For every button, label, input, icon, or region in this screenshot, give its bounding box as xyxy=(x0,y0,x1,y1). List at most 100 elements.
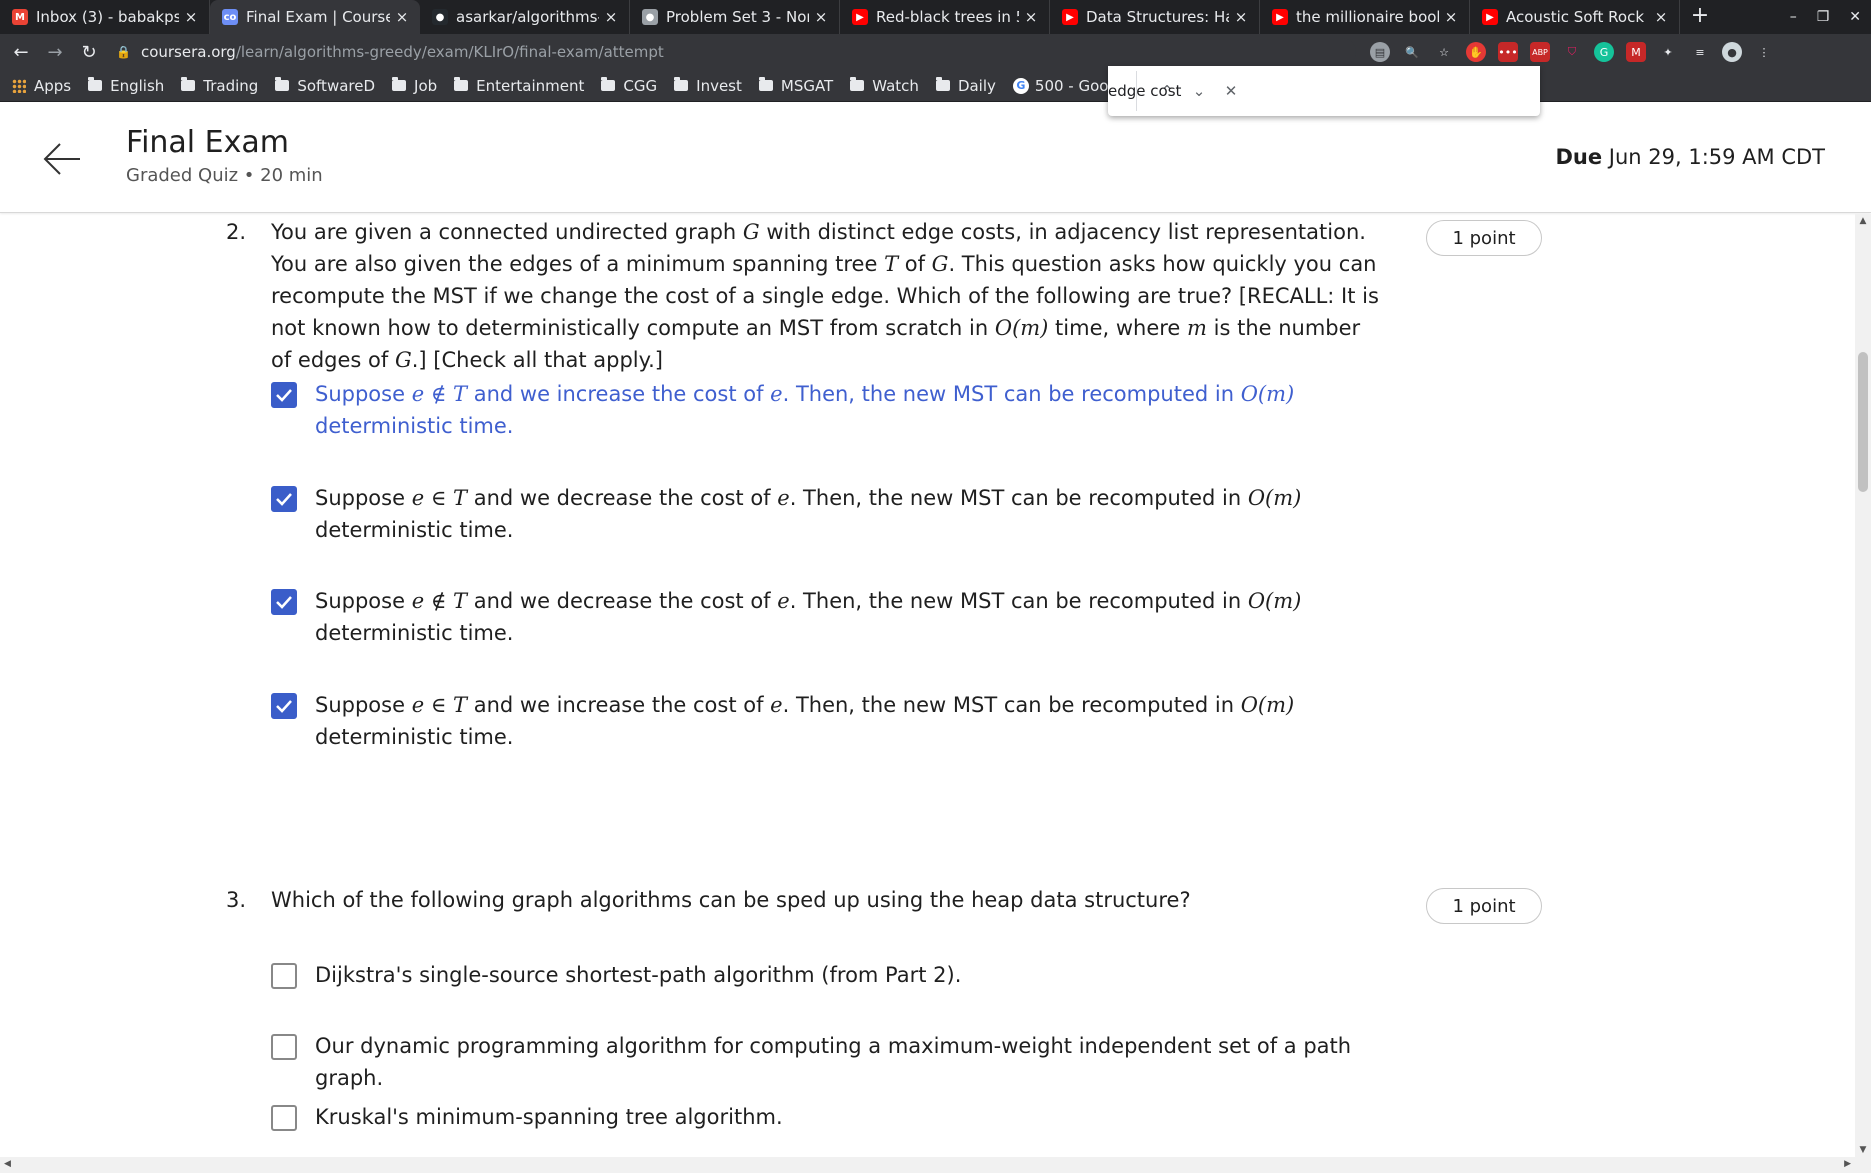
answer-option[interactable]: Dijkstra's single-source shortest-path a… xyxy=(271,959,1401,991)
checkbox-unchecked[interactable] xyxy=(271,963,297,989)
browser-tab[interactable]: M Inbox (3) - babakpst@× xyxy=(0,0,210,34)
checkbox-checked[interactable] xyxy=(271,693,297,719)
answer-option[interactable]: Kruskal's minimum-spanning tree algorith… xyxy=(271,1101,1401,1133)
minimize-icon[interactable]: – xyxy=(1790,9,1797,25)
grammarly-icon[interactable]: G xyxy=(1594,42,1614,62)
option-text: Our dynamic programming algorithm for co… xyxy=(315,1030,1401,1094)
bookmark-item[interactable]: Entertainment xyxy=(454,77,584,95)
bookmark-item[interactable]: Daily xyxy=(935,77,996,95)
avatar[interactable]: ● xyxy=(1722,42,1742,62)
bookmark-item[interactable]: Invest xyxy=(674,77,742,95)
option-text: Suppose e ∈ T and we increase the cost o… xyxy=(315,689,1401,753)
browser-tab[interactable]: ▶ Red-black trees in 5 m× xyxy=(840,0,1050,34)
checkbox-checked[interactable] xyxy=(271,382,297,408)
back-arrow-icon[interactable] xyxy=(42,139,82,179)
tab-close-icon[interactable]: × xyxy=(1023,8,1039,26)
bookmark-item[interactable]: Trading xyxy=(181,77,258,95)
scroll-thumb[interactable] xyxy=(1858,352,1868,492)
tab-close-icon[interactable]: × xyxy=(603,8,619,26)
vertical-scrollbar[interactable]: ▲ ▼ xyxy=(1855,214,1871,1157)
answer-option[interactable]: Our dynamic programming algorithm for co… xyxy=(271,1030,1401,1094)
tab-close-icon[interactable]: × xyxy=(183,8,199,26)
dots-extension-icon[interactable]: ••• xyxy=(1498,42,1518,62)
bookmark-label: Trading xyxy=(203,76,259,95)
text-segment: . Then, the new MST can be recomputed in xyxy=(782,382,1241,406)
browser-tab[interactable]: ▶ the millionaire bookl × xyxy=(1260,0,1470,34)
checkbox-unchecked[interactable] xyxy=(271,1034,297,1060)
exam-header: Final Exam Graded Quiz • 20 min Due Jun … xyxy=(0,103,1871,213)
math-expression: O(m) xyxy=(1240,382,1295,406)
tab-title: Problem Set 3 - Non C xyxy=(666,8,809,26)
browser-tab[interactable]: ▶ Data Structures: Hash× xyxy=(1050,0,1260,34)
math-expression: e ∈ T xyxy=(411,693,468,717)
reload-icon[interactable]: ↻ xyxy=(76,42,102,63)
answer-option[interactable]: Suppose e ∉ T and we decrease the cost o… xyxy=(271,585,1401,649)
find-input[interactable]: edge cost xyxy=(1108,82,1871,100)
question-number: 3. xyxy=(226,888,247,912)
checkmark-icon xyxy=(276,700,292,713)
checkbox-unchecked[interactable] xyxy=(271,1105,297,1131)
browser-tab[interactable]: ● Problem Set 3 - Non C× xyxy=(630,0,840,34)
person-icon: ● xyxy=(642,9,658,25)
puzzle-icon[interactable]: ✦ xyxy=(1658,42,1678,62)
bookmark-item[interactable]: SoftwareD xyxy=(275,77,375,95)
math-expression: O(m) xyxy=(1240,693,1295,717)
youtube-icon: ▶ xyxy=(852,9,868,25)
forward-icon[interactable]: → xyxy=(42,42,68,63)
new-tab-icon[interactable]: + xyxy=(1680,0,1720,34)
option-text: Kruskal's minimum-spanning tree algorith… xyxy=(315,1101,783,1133)
answer-option[interactable]: Suppose e ∈ T and we decrease the cost o… xyxy=(271,482,1401,546)
tab-close-icon[interactable]: × xyxy=(813,8,829,26)
star-icon[interactable]: ☆ xyxy=(1434,42,1454,62)
bookmark-item[interactable]: CGG xyxy=(601,77,657,95)
page-icon[interactable]: ▤ xyxy=(1370,42,1390,62)
checkbox-checked[interactable] xyxy=(271,589,297,615)
back-icon[interactable]: ← xyxy=(8,42,34,63)
scroll-left-icon[interactable]: ◀ xyxy=(4,1159,11,1169)
bookmark-item[interactable]: Job xyxy=(392,77,437,95)
bookmark-item[interactable]: English xyxy=(88,77,164,95)
scroll-up-icon[interactable]: ▲ xyxy=(1855,216,1871,226)
tab-close-icon[interactable]: × xyxy=(1443,8,1459,26)
text-segment: deterministic time. xyxy=(315,725,514,749)
m-extension-icon[interactable]: M xyxy=(1626,42,1646,62)
tab-title: Final Exam | Coursera xyxy=(246,8,390,26)
address-bar[interactable]: 🔒 coursera.org/learn/algorithms-greedy/e… xyxy=(116,38,1356,66)
tab-close-icon[interactable]: × xyxy=(394,8,410,26)
stop-extension-icon[interactable]: ✋ xyxy=(1466,42,1486,62)
restore-icon[interactable]: ❐ xyxy=(1817,9,1830,25)
option-text: Suppose e ∈ T and we decrease the cost o… xyxy=(315,482,1401,546)
queue-icon[interactable]: ≡ xyxy=(1690,42,1710,62)
zoom-icon[interactable]: 🔍 xyxy=(1402,42,1422,62)
youtube-icon: ▶ xyxy=(1482,9,1498,25)
bookmark-item[interactable]: Watch xyxy=(850,77,919,95)
browser-tab[interactable]: co Final Exam | Coursera× xyxy=(210,0,420,34)
browser-tab[interactable]: ▶ Acoustic Soft Rock × xyxy=(1470,0,1680,34)
tab-close-icon[interactable]: × xyxy=(1653,8,1669,26)
horizontal-scrollbar[interactable]: ◀ ▶ xyxy=(0,1157,1871,1173)
scroll-down-icon[interactable]: ▼ xyxy=(1855,1145,1871,1155)
checkbox-checked[interactable] xyxy=(271,486,297,512)
close-window-icon[interactable]: ✕ xyxy=(1849,9,1861,25)
shield-icon[interactable]: ⛉ xyxy=(1562,42,1582,62)
browser-tab[interactable]: ● asarkar/algorithms-d × xyxy=(420,0,630,34)
answer-option[interactable]: Suppose e ∉ T and we increase the cost o… xyxy=(271,378,1401,442)
tab-close-icon[interactable]: × xyxy=(1233,8,1249,26)
question-number: 2. xyxy=(226,220,247,244)
bookmark-item[interactable]: Apps xyxy=(12,77,71,95)
checkmark-icon xyxy=(276,493,292,506)
text-segment: Dijkstra's single-source shortest-path a… xyxy=(315,963,962,987)
scroll-right-icon[interactable]: ▶ xyxy=(1844,1159,1851,1169)
bookmark-item[interactable]: MSGAT xyxy=(758,77,833,95)
text-segment: Which of the following graph algorithms … xyxy=(271,888,1191,912)
coursera-icon: co xyxy=(222,9,238,25)
text-segment: Our dynamic programming algorithm for co… xyxy=(315,1034,1352,1090)
apps-grid-icon xyxy=(12,78,26,93)
page-subtitle: Graded Quiz • 20 min xyxy=(126,165,323,186)
menu-icon[interactable]: ⋮ xyxy=(1754,42,1774,62)
answer-option[interactable]: Suppose e ∈ T and we increase the cost o… xyxy=(271,689,1401,753)
text-segment: Suppose xyxy=(315,693,412,717)
math-expression: O(m) xyxy=(1247,589,1302,613)
lock-icon: 🔒 xyxy=(116,45,131,59)
abp-icon[interactable]: ABP xyxy=(1530,42,1550,62)
